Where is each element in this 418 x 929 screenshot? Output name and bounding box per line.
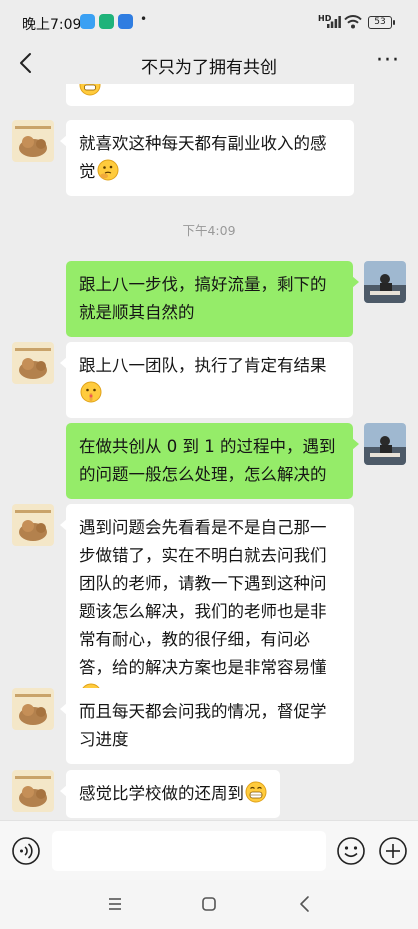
message-bubble[interactable]: 感觉比学校做的还周到 [60, 770, 280, 818]
message-input-bar [0, 820, 418, 880]
emoji-picker-icon[interactable] [336, 836, 366, 866]
message-bubble[interactable]: 就喜欢这种每天都有副业收入的感觉 [60, 120, 354, 196]
status-bar: 晚上7:09 • HD 53 [0, 0, 418, 44]
contact-avatar[interactable] [12, 770, 54, 812]
contact-avatar[interactable] [12, 504, 54, 546]
message-bubble[interactable]: 在做共创从 0 到 1 的过程中，遇到的问题一般怎么处理，怎么解决的 [66, 423, 359, 499]
message-bubble[interactable]: 跟上八一步伐，搞好流量，剩下的就是顺其自然的 [66, 261, 359, 337]
app-notification-icon [80, 14, 95, 29]
system-navigation-bar [0, 880, 418, 929]
message-bubble[interactable]: 而且每天都会问我的情况，督促学习进度 [60, 688, 354, 764]
message-text: 在做共创从 0 到 1 的过程中，遇到的问题一般怎么处理，怎么解决的 [79, 437, 336, 484]
chat-header: 不只为了拥有共创 ··· [0, 44, 418, 84]
contact-avatar[interactable] [12, 688, 54, 730]
signal-icon [327, 16, 341, 28]
my-avatar[interactable] [364, 261, 406, 303]
contact-avatar[interactable] [12, 120, 54, 162]
chat-timestamp: 下午4:09 [182, 223, 236, 238]
grinning-face-icon [79, 84, 101, 96]
message-bubble[interactable]: 跟上八一团队，执行了肯定有结果 [60, 342, 353, 418]
shushing-face-icon [80, 381, 102, 403]
message-input[interactable] [52, 831, 326, 871]
battery-icon: 53 [368, 16, 395, 29]
message-text: 跟上八一步伐，搞好流量，剩下的就是顺其自然的 [79, 275, 327, 322]
more-options-icon[interactable]: ··· [376, 48, 400, 73]
contact-avatar[interactable] [12, 342, 54, 384]
thinking-face-icon [97, 159, 118, 181]
back-icon[interactable] [291, 890, 319, 918]
message-text: 遇到问题会先看看是不是自己那一步做错了，实在不明白就去问我们团队的老师，请教一下… [79, 518, 327, 677]
chat-message-list[interactable]: 就喜欢这种每天都有副业收入的感觉 下午4:09 跟上八一步伐，搞好流量，剩下的就… [0, 84, 418, 820]
wifi-icon [344, 15, 362, 29]
message-text: 感觉比学校做的还周到 [79, 784, 244, 803]
more-functions-icon[interactable] [378, 836, 408, 866]
shield-app-icon [99, 14, 114, 29]
home-icon[interactable] [195, 890, 223, 918]
my-avatar[interactable] [364, 423, 406, 465]
message-bubble-partial [66, 84, 354, 106]
more-notifications-icon: • [140, 12, 148, 26]
chat-title: 不只为了拥有共创 [141, 58, 277, 78]
grinning-face-icon [245, 781, 267, 803]
voice-input-icon[interactable] [11, 836, 41, 866]
menu-icon[interactable] [101, 890, 129, 918]
status-time: 晚上7:09 [22, 17, 82, 33]
message-text: 而且每天都会问我的情况，督促学习进度 [79, 702, 327, 749]
bookmark-app-icon [118, 14, 133, 29]
message-text: 跟上八一团队，执行了肯定有结果 [79, 356, 327, 375]
